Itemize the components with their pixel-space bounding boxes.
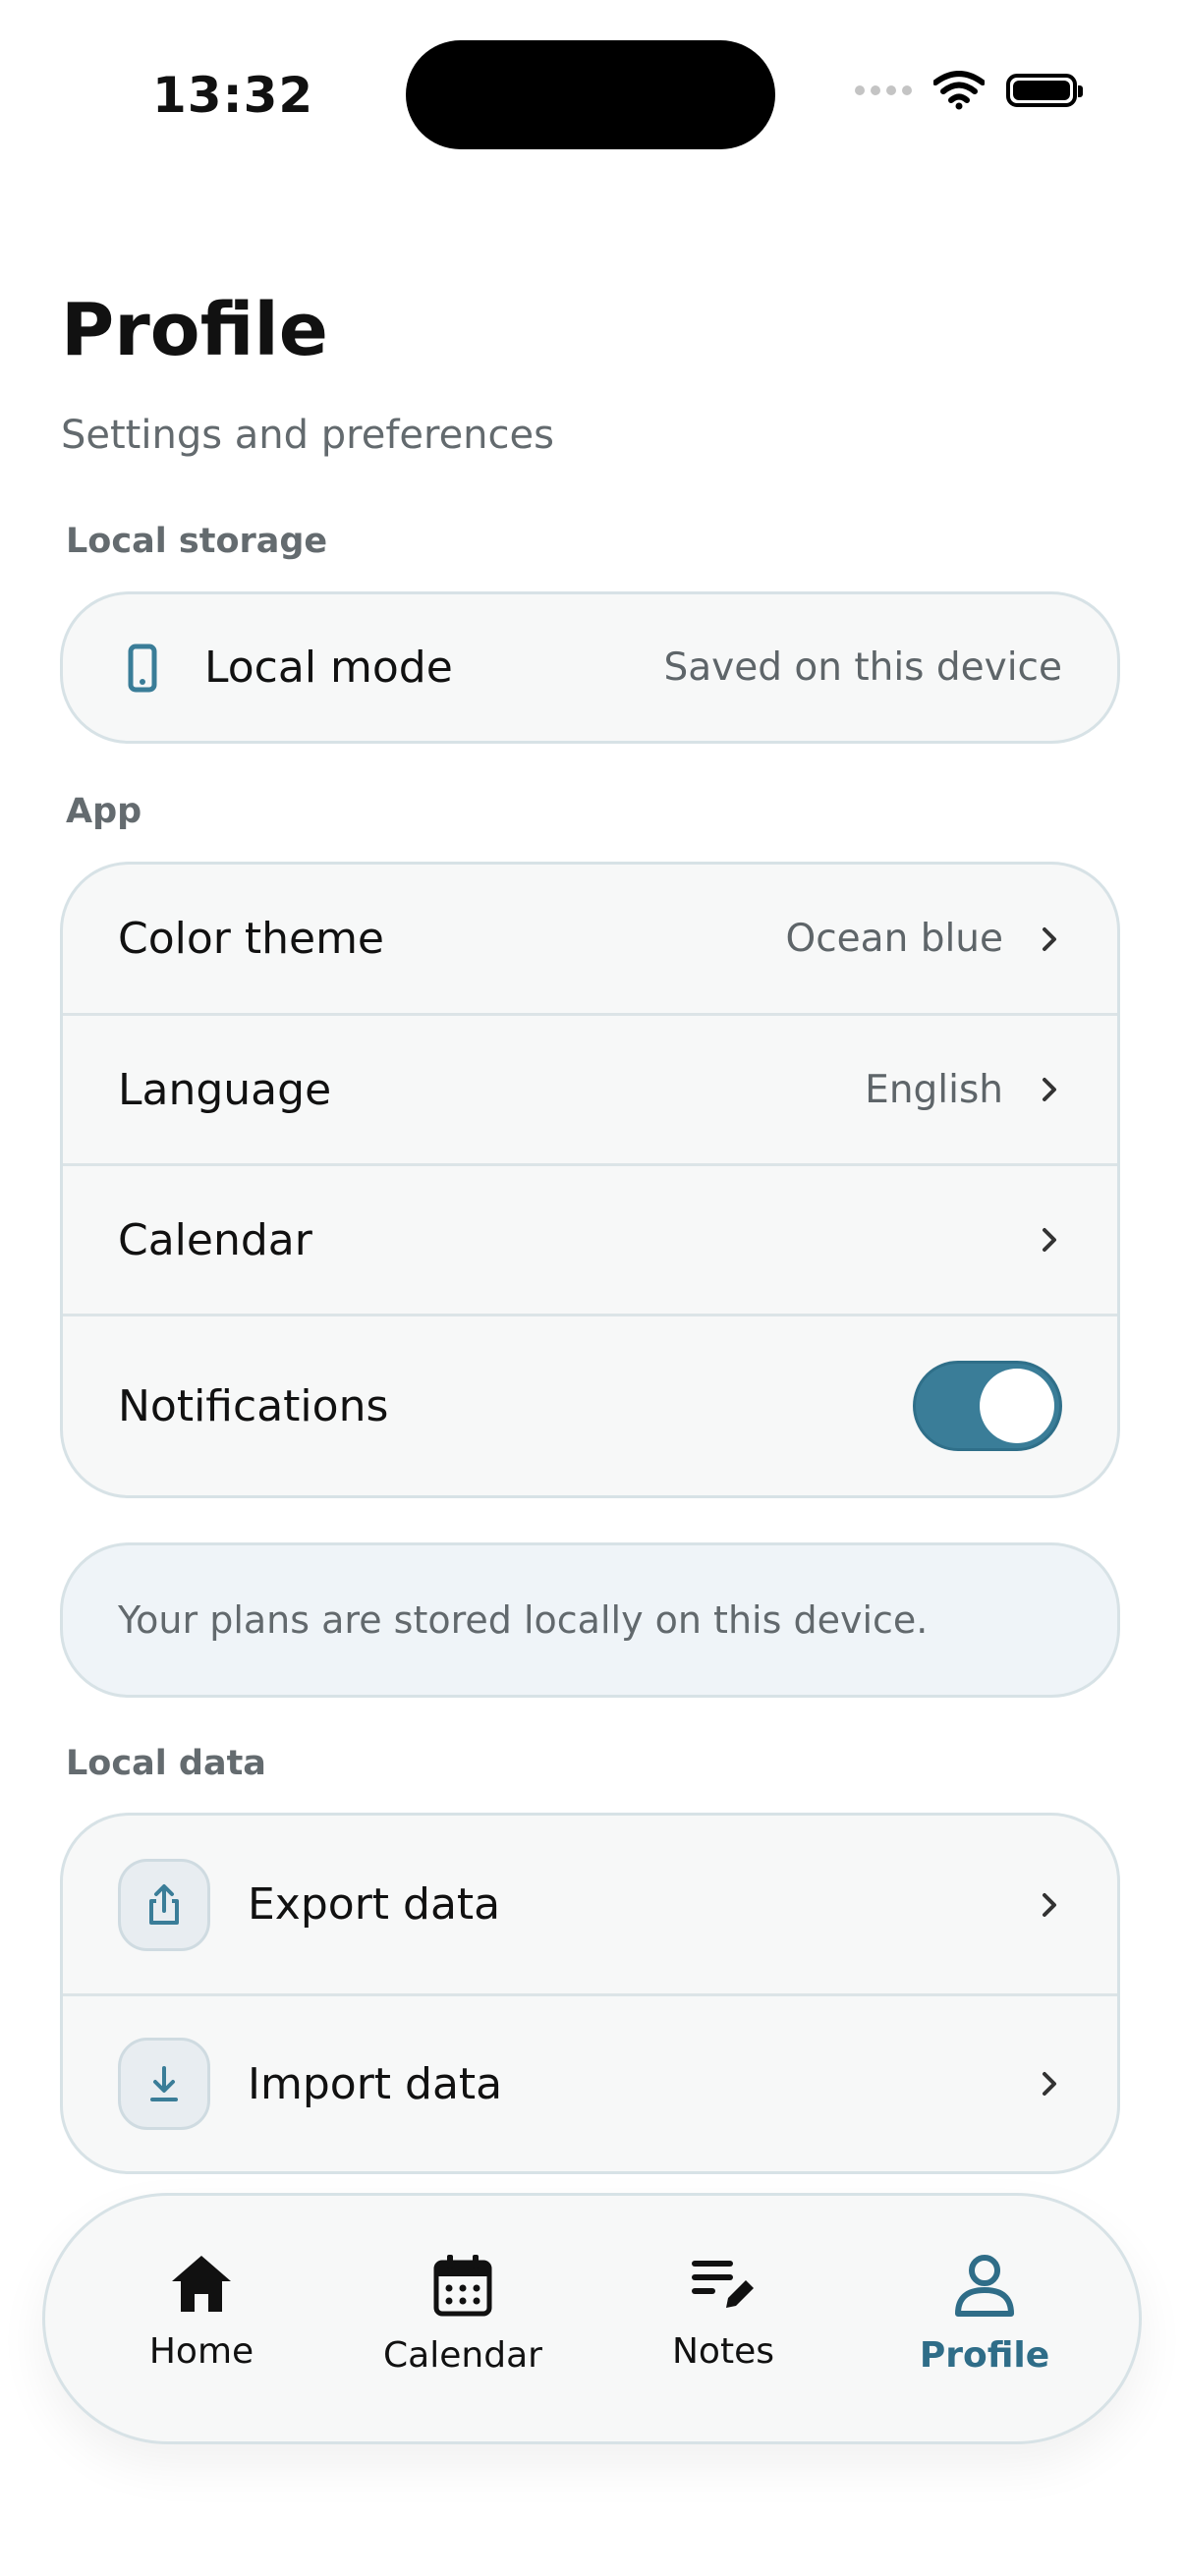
- color-theme-value: Ocean blue: [785, 917, 1003, 961]
- section-label-local-data: Local data: [66, 1744, 266, 1783]
- color-theme-label: Color theme: [118, 914, 385, 964]
- chevron-right-icon: [1043, 1228, 1056, 1252]
- language-row[interactable]: Language English: [63, 1013, 1117, 1163]
- import-icon-box: [118, 2038, 210, 2130]
- language-value: English: [865, 1067, 1003, 1112]
- export-icon: [149, 1883, 179, 1925]
- chevron-right-icon: [1043, 1078, 1056, 1101]
- tab-bar: Home Calendar Notes Profile: [42, 2193, 1142, 2444]
- chevron-right-icon: [1043, 1892, 1056, 1917]
- chevron-right-icon: [1043, 2072, 1056, 2096]
- notifications-toggle[interactable]: [913, 1361, 1062, 1451]
- local-mode-row[interactable]: Local mode Saved on this device: [63, 594, 1117, 741]
- local-storage-card: Local mode Saved on this device: [60, 591, 1120, 744]
- page-subtitle: Settings and preferences: [61, 413, 554, 458]
- section-label-local-storage: Local storage: [66, 522, 328, 561]
- local-mode-label: Local mode: [204, 643, 453, 693]
- tab-label-profile: Profile: [919, 2335, 1050, 2376]
- calendar-label: Calendar: [118, 1214, 312, 1265]
- tab-home[interactable]: Home: [103, 2196, 300, 2441]
- toggle-knob: [980, 1369, 1054, 1443]
- import-icon: [150, 2066, 178, 2101]
- local-data-card: Export data Import data: [60, 1813, 1120, 2174]
- dynamic-island: [406, 40, 775, 149]
- home-icon: [172, 2256, 231, 2312]
- tab-calendar[interactable]: Calendar: [365, 2196, 561, 2441]
- section-label-app: App: [66, 792, 142, 831]
- calendar-icon: [433, 2255, 492, 2317]
- notes-icon: [692, 2261, 754, 2308]
- notifications-label: Notifications: [118, 1380, 389, 1431]
- export-icon-box: [118, 1858, 210, 1951]
- status-time: 13:32: [152, 67, 314, 124]
- tab-label-home: Home: [148, 2331, 254, 2372]
- battery-icon: [1006, 74, 1083, 107]
- phone-icon: [128, 644, 157, 692]
- page-title: Profile: [61, 288, 328, 372]
- tab-notes[interactable]: Notes: [625, 2196, 821, 2441]
- chevron-right-icon: [1043, 926, 1056, 951]
- export-data-label: Export data: [248, 1879, 501, 1930]
- tab-label-notes: Notes: [672, 2331, 774, 2372]
- notifications-row: Notifications: [63, 1314, 1117, 1495]
- tab-label-calendar: Calendar: [383, 2335, 542, 2376]
- calendar-row[interactable]: Calendar: [63, 1163, 1117, 1314]
- tab-profile[interactable]: Profile: [886, 2196, 1083, 2441]
- status-icons: [855, 71, 1083, 110]
- local-mode-value: Saved on this device: [663, 645, 1062, 690]
- local-storage-info: Your plans are stored locally on this de…: [60, 1542, 1120, 1698]
- import-data-label: Import data: [248, 2058, 503, 2109]
- cellular-signal-icon: [855, 85, 912, 95]
- app-settings-card: Color theme Ocean blue Language English …: [60, 862, 1120, 1498]
- wifi-icon: [933, 71, 985, 110]
- color-theme-row[interactable]: Color theme Ocean blue: [63, 865, 1117, 1013]
- language-label: Language: [118, 1064, 332, 1115]
- import-data-row[interactable]: Import data: [63, 1993, 1117, 2171]
- export-data-row[interactable]: Export data: [63, 1816, 1117, 1993]
- profile-icon: [955, 2255, 1014, 2317]
